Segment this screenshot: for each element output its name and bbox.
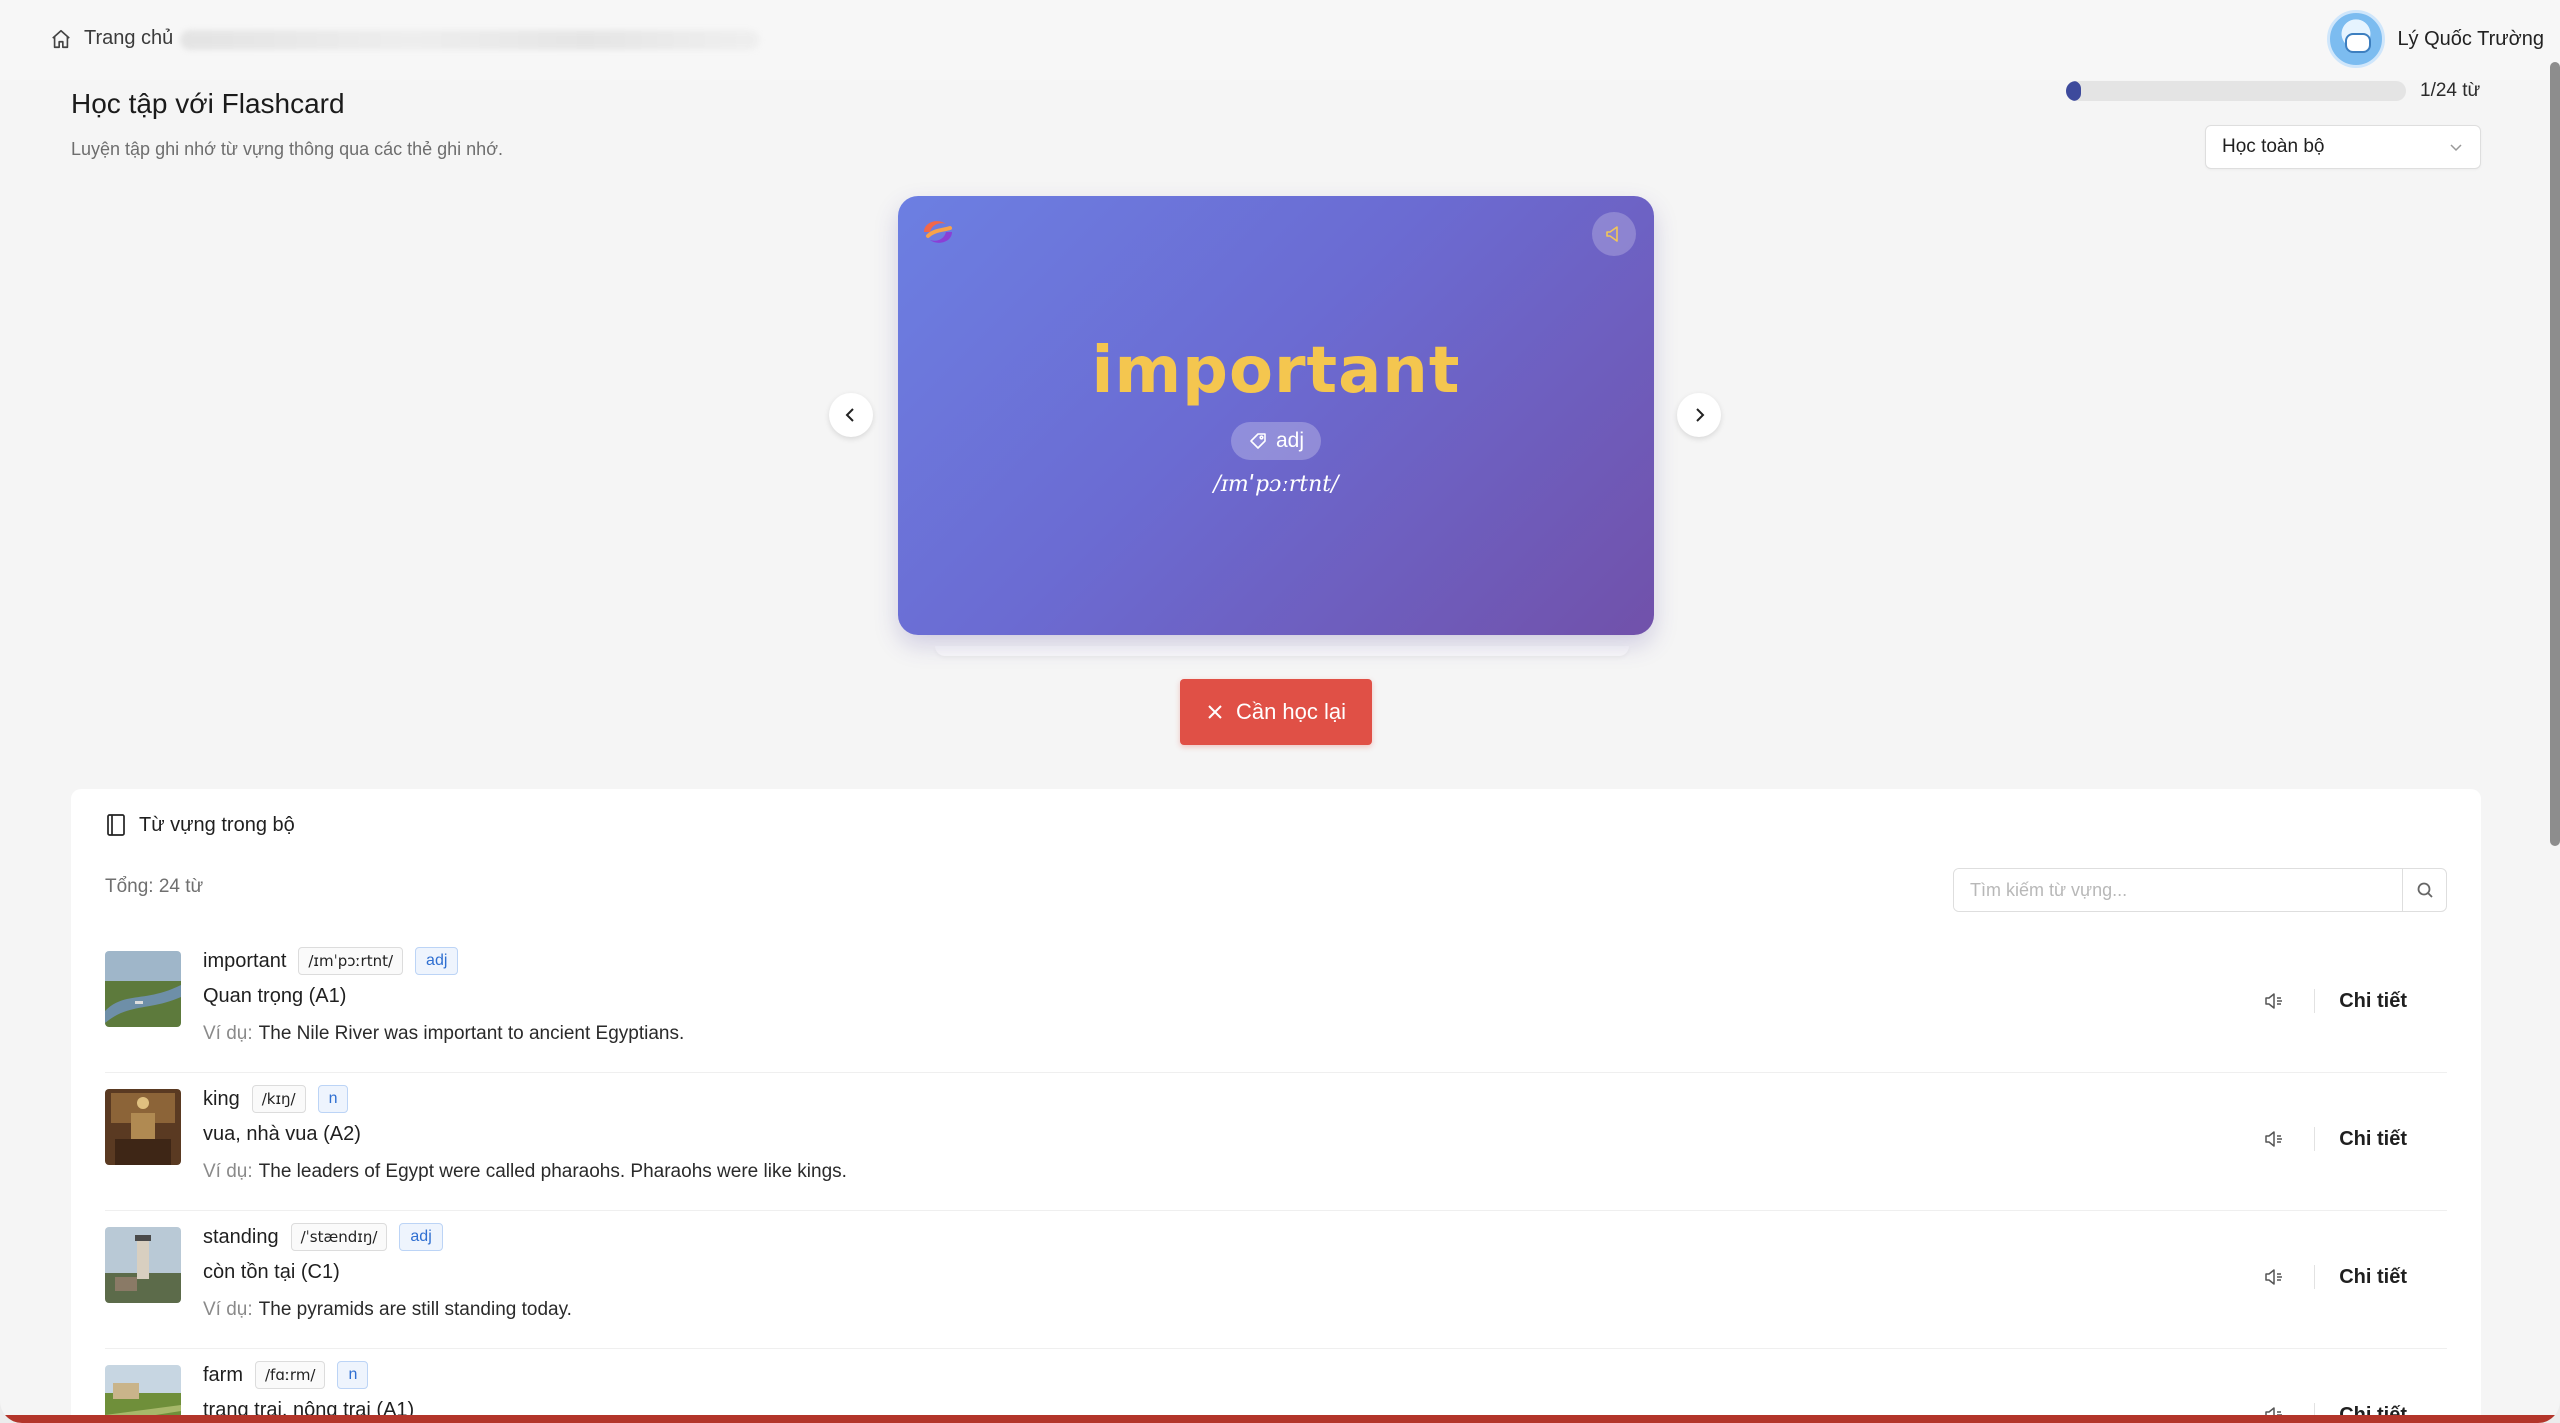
vocab-pos: n (317, 1085, 349, 1113)
study-mode-select[interactable]: Học toàn bộ (2205, 125, 2481, 169)
vocab-word: farm (203, 1363, 243, 1386)
search-button[interactable] (2402, 869, 2446, 911)
vocab-example: Ví dụ: The pyramids are still standing to… (203, 1299, 572, 1321)
vocab-word: standing (203, 1225, 279, 1248)
vocab-meaning: trang trại, nông trại (A1) (203, 1399, 415, 1421)
tag-icon (1250, 433, 1266, 449)
next-card-button[interactable] (1677, 393, 1721, 437)
blurred-breadcrumb-trail (180, 30, 760, 50)
avatar[interactable] (2327, 10, 2386, 68)
throne-room-thumbnail (105, 1089, 181, 1165)
vocab-panel: Từ vựng trong bộ Tổng: 24 từ important /… (71, 789, 2481, 1423)
speaker-icon (2265, 1269, 2283, 1285)
list-item: standing /ˈstændɪŋ/ adj còn tồn tại (C1)… (105, 1211, 2447, 1349)
vocab-ipa: /kɪŋ/ (251, 1085, 306, 1113)
card-speaker-button[interactable] (1592, 212, 1636, 256)
vocab-pos: adj (399, 1223, 443, 1251)
detail-button[interactable]: Chi tiết (2331, 1128, 2415, 1151)
search-icon (2417, 882, 2433, 898)
vocab-word: king (203, 1087, 240, 1110)
detail-button[interactable]: Chi tiết (2331, 1404, 2415, 1423)
vocab-ipa: /ɪmˈpɔːrtnt/ (298, 947, 404, 975)
chevron-left-icon (845, 408, 854, 422)
flashcard-ipa: /ɪmˈpɔːrtnt/ (1213, 472, 1339, 497)
vocab-example: Ví dụ: The leaders of Egypt were called p… (203, 1161, 847, 1183)
example-label: Ví dụ: (203, 1299, 253, 1320)
row-speaker-button[interactable] (2254, 981, 2294, 1021)
study-mode-value: Học toàn bộ (2222, 136, 2325, 157)
vocab-example: Ví dụ: The Nile River was important to an… (203, 1023, 684, 1045)
chevron-down-icon (2450, 144, 2462, 152)
relearn-label: Cần học lại (1235, 699, 1347, 724)
row-speaker-button[interactable] (2254, 1119, 2294, 1159)
example-label: Ví dụ: (203, 1023, 253, 1044)
list-item: king /kɪŋ/ n vua, nhà vua (A2) Ví dụ: The… (105, 1073, 2447, 1211)
card-stack-shadow (935, 646, 1629, 656)
example-text: The leaders of Egypt were called pharaoh… (258, 1161, 847, 1182)
detail-button[interactable]: Chi tiết (2331, 990, 2415, 1013)
progress-fill (2066, 81, 2082, 101)
vocab-ipa: /fɑːrm/ (255, 1361, 326, 1389)
vocab-panel-header: Từ vựng trong bộ (105, 813, 295, 837)
vocab-list: important /ɪmˈpɔːrtnt/ adj Quan trọng (A… (105, 935, 2447, 1423)
example-label: Ví dụ: (203, 1161, 253, 1182)
flashcard-word: important (1091, 334, 1461, 408)
chevron-right-icon (1696, 408, 1705, 422)
vocab-meaning: Quan trọng (A1) (203, 985, 347, 1007)
vocab-search-input[interactable] (1954, 869, 2402, 911)
vocab-meaning: vua, nhà vua (A2) (203, 1123, 361, 1145)
vocab-meaning: còn tồn tại (C1) (203, 1261, 340, 1283)
list-item: important /ɪmˈpɔːrtnt/ adj Quan trọng (A… (105, 935, 2447, 1073)
breadcrumb[interactable]: Trang chủ (50, 27, 173, 50)
speaker-icon (2265, 1407, 2283, 1423)
speaker-icon (1606, 226, 1618, 242)
speaker-icon (2265, 993, 2283, 1009)
vocab-pos: adj (415, 947, 459, 975)
breadcrumb-home-link[interactable]: Trang chủ (84, 27, 173, 50)
progress-bar (2066, 81, 2406, 101)
relearn-button[interactable]: Cần học lại (1180, 679, 1372, 745)
lighthouse-thumbnail (105, 1227, 181, 1303)
user-menu[interactable]: Lý Quốc Trường (2327, 10, 2544, 68)
app-window: Trang chủ Lý Quốc Trường Học tập với Fla… (0, 0, 2560, 1423)
vocab-search (1953, 868, 2447, 912)
flashcard[interactable]: important adj /ɪmˈpɔːrtnt/ (898, 196, 1654, 635)
book-icon (107, 814, 125, 836)
top-bar: Trang chủ Lý Quốc Trường (0, 0, 2560, 80)
flashcard-pos: adj (1275, 429, 1305, 452)
user-name[interactable]: Lý Quốc Trường (2397, 28, 2544, 51)
close-icon (1208, 705, 1222, 719)
list-item: farm /fɑːrm/ n trang trại, nông trại (A1… (105, 1349, 2447, 1423)
vocab-pos: n (337, 1361, 369, 1389)
vocab-panel-title: Từ vựng trong bộ (139, 813, 295, 836)
farm-thumbnail (105, 1365, 181, 1423)
detail-button[interactable]: Chi tiết (2331, 1266, 2415, 1289)
speaker-icon (2265, 1131, 2283, 1147)
row-speaker-button[interactable] (2254, 1257, 2294, 1297)
app-logo-icon (924, 221, 952, 243)
example-text: The pyramids are still standing today. (258, 1299, 572, 1320)
river-thumbnail (105, 951, 181, 1027)
vocab-ipa: /ˈstændɪŋ/ (290, 1223, 388, 1251)
row-speaker-button[interactable] (2254, 1395, 2294, 1423)
prev-card-button[interactable] (829, 393, 873, 437)
progress-text: 1/24 từ (2420, 80, 2481, 101)
progress: 1/24 từ (2066, 80, 2480, 102)
vocab-word: important (203, 949, 287, 972)
page-title: Học tập với Flashcard (71, 88, 345, 119)
vocab-total: Tổng: 24 từ (105, 876, 204, 897)
home-icon (52, 29, 70, 48)
page-subtitle: Luyện tập ghi nhớ từ vựng thông qua các … (71, 139, 503, 159)
flashcard-pos-badge: adj (1231, 422, 1321, 460)
page-scrollbar[interactable] (2550, 62, 2560, 846)
example-text: The Nile River was important to ancient … (258, 1023, 685, 1044)
